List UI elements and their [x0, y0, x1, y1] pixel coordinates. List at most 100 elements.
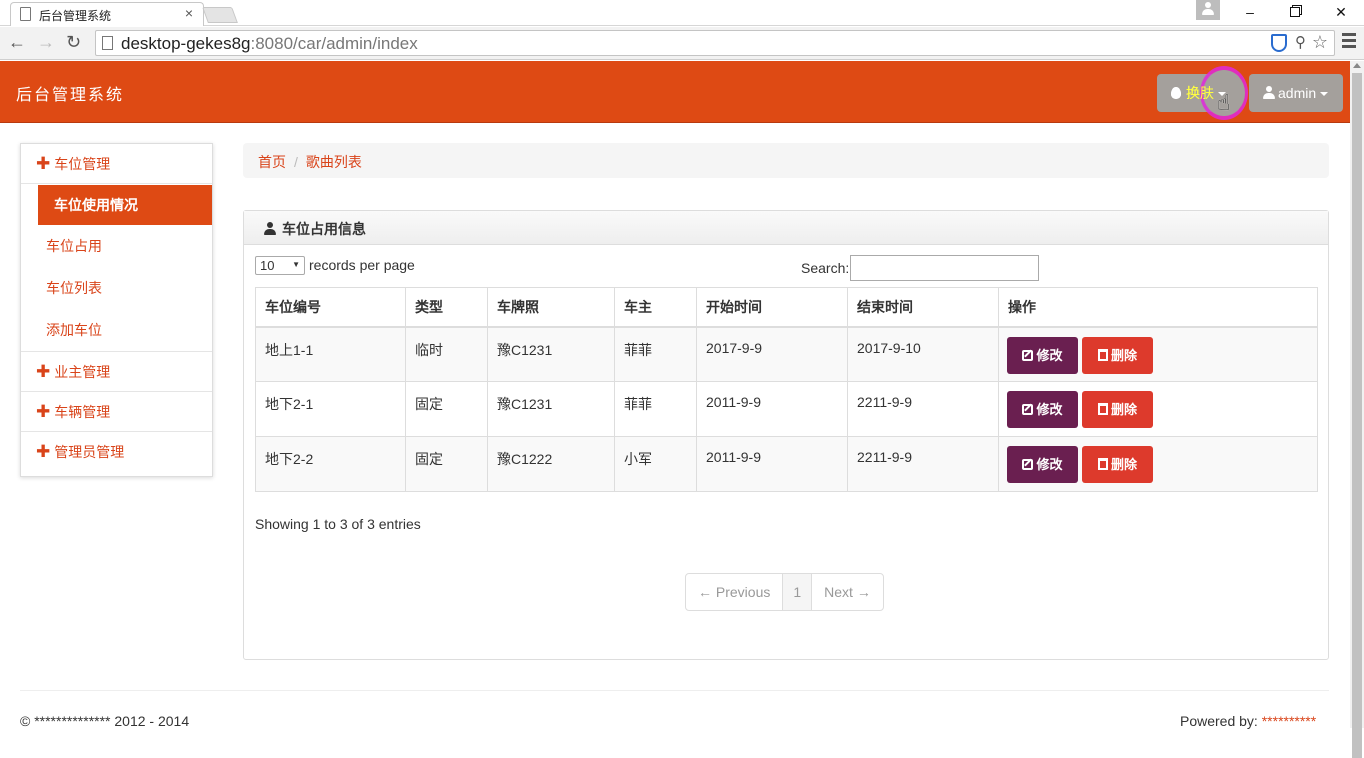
new-tab-button[interactable]: [202, 7, 238, 23]
browser-tab-title: 后台管理系统: [39, 9, 112, 23]
trash-icon: [1097, 403, 1108, 415]
scroll-thumb[interactable]: [1352, 73, 1362, 758]
cell-actions: 修改 删除: [998, 381, 1318, 437]
footer-copyright: © ************** 2012 - 2014: [20, 713, 190, 729]
restore-button[interactable]: [1272, 0, 1318, 26]
page-length-label: records per page: [309, 257, 415, 273]
sidebar-group-parking[interactable]: ✚ 车位管理: [21, 144, 212, 184]
delete-button[interactable]: 删除: [1082, 336, 1153, 374]
app-header: 后台管理系统 admin: [0, 61, 1350, 123]
sidebar-item-usage-wrap: 车位使用情况: [21, 184, 212, 226]
caret-down-icon: [1320, 92, 1329, 96]
profile-icon[interactable]: [1196, 0, 1220, 20]
address-bar[interactable]: desktop-gekes8g:8080/car/admin/index ⚲ ☆: [95, 30, 1335, 56]
col-header-end[interactable]: 结束时间: [847, 287, 999, 328]
sidebar-group-label: 车辆管理: [54, 404, 111, 420]
cell-actions: 修改 删除: [998, 436, 1318, 492]
col-header-type[interactable]: 类型: [405, 287, 488, 328]
edit-label: 修改: [1036, 402, 1063, 417]
col-header-actions: 操作: [998, 287, 1318, 328]
cell-type: 固定: [405, 381, 488, 437]
menu-icon[interactable]: [1342, 33, 1356, 51]
browser-tabstrip: 后台管理系统 × – ✕: [0, 0, 1364, 26]
plus-icon: ✚: [36, 442, 51, 461]
page-length-select[interactable]: 10: [255, 256, 305, 275]
forward-icon[interactable]: →: [37, 32, 55, 53]
admin-label: admin: [1278, 85, 1317, 101]
browser-toolbar: ← → ↻ desktop-gekes8g:8080/car/admin/ind…: [0, 27, 1364, 60]
col-header-plate[interactable]: 车牌照: [487, 287, 615, 328]
cell-owner: 菲菲: [614, 326, 697, 382]
table-row: 地下2-2 固定 豫C1222 小军 2011-9-9 2211-9-9 修改 删…: [255, 436, 1318, 492]
reload-icon[interactable]: ↻: [66, 32, 81, 53]
col-header-slot[interactable]: 车位编号: [255, 287, 406, 328]
sidebar-item-usage[interactable]: 车位使用情况: [38, 185, 212, 225]
delete-label: 删除: [1110, 402, 1137, 417]
cell-start: 2017-9-9: [696, 326, 848, 382]
pager-page[interactable]: 1: [783, 574, 813, 610]
pin-icon[interactable]: ⚲: [1295, 33, 1306, 51]
search-input[interactable]: [850, 255, 1039, 281]
sidebar-item-occupy[interactable]: 车位占用: [21, 226, 212, 268]
cell-actions: 修改 删除: [998, 326, 1318, 382]
edit-button[interactable]: 修改: [1007, 446, 1078, 483]
cell-slot: 地下2-1: [255, 381, 406, 437]
pagination: ← Previous 1 Next →: [685, 573, 884, 611]
document-icon: [20, 7, 31, 21]
star-icon[interactable]: ☆: [1312, 32, 1328, 53]
plus-icon: ✚: [36, 362, 51, 381]
edit-icon: [1022, 349, 1034, 361]
edit-icon: [1022, 404, 1034, 415]
delete-button[interactable]: 删除: [1082, 391, 1153, 428]
pager-next[interactable]: Next →: [812, 574, 883, 610]
cell-slot: 地下2-2: [255, 436, 406, 492]
tab-close-icon[interactable]: ×: [185, 5, 193, 21]
sidebar-group-label: 业主管理: [54, 364, 111, 380]
panel-header: 车位占用信息: [244, 211, 1328, 245]
occupancy-table: 车位编号 类型 车牌照 车主 开始时间 结束时间 操作 地上1-1 临时 豫C1…: [255, 287, 1318, 492]
table-info: Showing 1 to 3 of 3 entries: [255, 516, 421, 532]
browser-tab[interactable]: 后台管理系统 ×: [10, 2, 204, 26]
sidebar-group-label: 车位管理: [54, 156, 111, 172]
user-icon: [1263, 86, 1275, 99]
scroll-up-icon[interactable]: [1353, 63, 1361, 68]
url-text[interactable]: desktop-gekes8g:8080/car/admin/index: [121, 34, 418, 54]
powered-link[interactable]: **********: [1262, 713, 1316, 729]
breadcrumb-current[interactable]: 歌曲列表: [306, 154, 362, 170]
edit-button[interactable]: 修改: [1007, 391, 1078, 428]
col-header-start[interactable]: 开始时间: [696, 287, 848, 328]
shield-icon[interactable]: [1271, 34, 1287, 52]
edit-icon: [1022, 459, 1034, 470]
cell-plate: 豫C1231: [487, 381, 615, 437]
delete-button[interactable]: 删除: [1082, 446, 1153, 483]
powered-prefix: Powered by:: [1180, 713, 1262, 729]
footer-divider: [20, 690, 1329, 691]
page-scrollbar[interactable]: [1350, 61, 1364, 758]
admin-menu-button[interactable]: admin: [1249, 74, 1343, 112]
trash-icon: [1097, 348, 1108, 361]
page-icon: [102, 36, 113, 50]
footer-powered: Powered by: **********: [1180, 713, 1316, 729]
restore-icon: [1290, 7, 1300, 17]
pager-previous[interactable]: ← Previous: [686, 574, 784, 610]
window-close-button[interactable]: ✕: [1318, 0, 1364, 26]
breadcrumb: 首页 / 歌曲列表: [243, 143, 1329, 178]
minimize-button[interactable]: –: [1227, 0, 1273, 26]
sidebar: ✚ 车位管理 车位使用情况 车位占用 车位列表 添加车位 ✚ 业主管理 ✚ 车辆管理 …: [20, 143, 213, 477]
skin-label: 换肤: [1186, 85, 1214, 101]
cell-plate: 豫C1222: [487, 436, 615, 492]
user-icon: [264, 222, 276, 235]
sidebar-group-vehicle[interactable]: ✚ 车辆管理: [21, 392, 212, 432]
sidebar-group-owner[interactable]: ✚ 业主管理: [21, 352, 212, 392]
sidebar-item-add[interactable]: 添加车位: [21, 310, 212, 352]
cell-owner: 菲菲: [614, 381, 697, 437]
back-icon[interactable]: ←: [8, 32, 26, 53]
edit-button[interactable]: 修改: [1007, 336, 1078, 374]
breadcrumb-home[interactable]: 首页: [258, 154, 286, 170]
col-header-owner[interactable]: 车主: [614, 287, 697, 328]
brand-title: 后台管理系统: [16, 87, 125, 104]
sidebar-group-label: 管理员管理: [54, 444, 125, 460]
breadcrumb-separator: /: [294, 154, 298, 170]
sidebar-item-list[interactable]: 车位列表: [21, 268, 212, 310]
sidebar-group-admin[interactable]: ✚ 管理员管理: [21, 432, 212, 472]
